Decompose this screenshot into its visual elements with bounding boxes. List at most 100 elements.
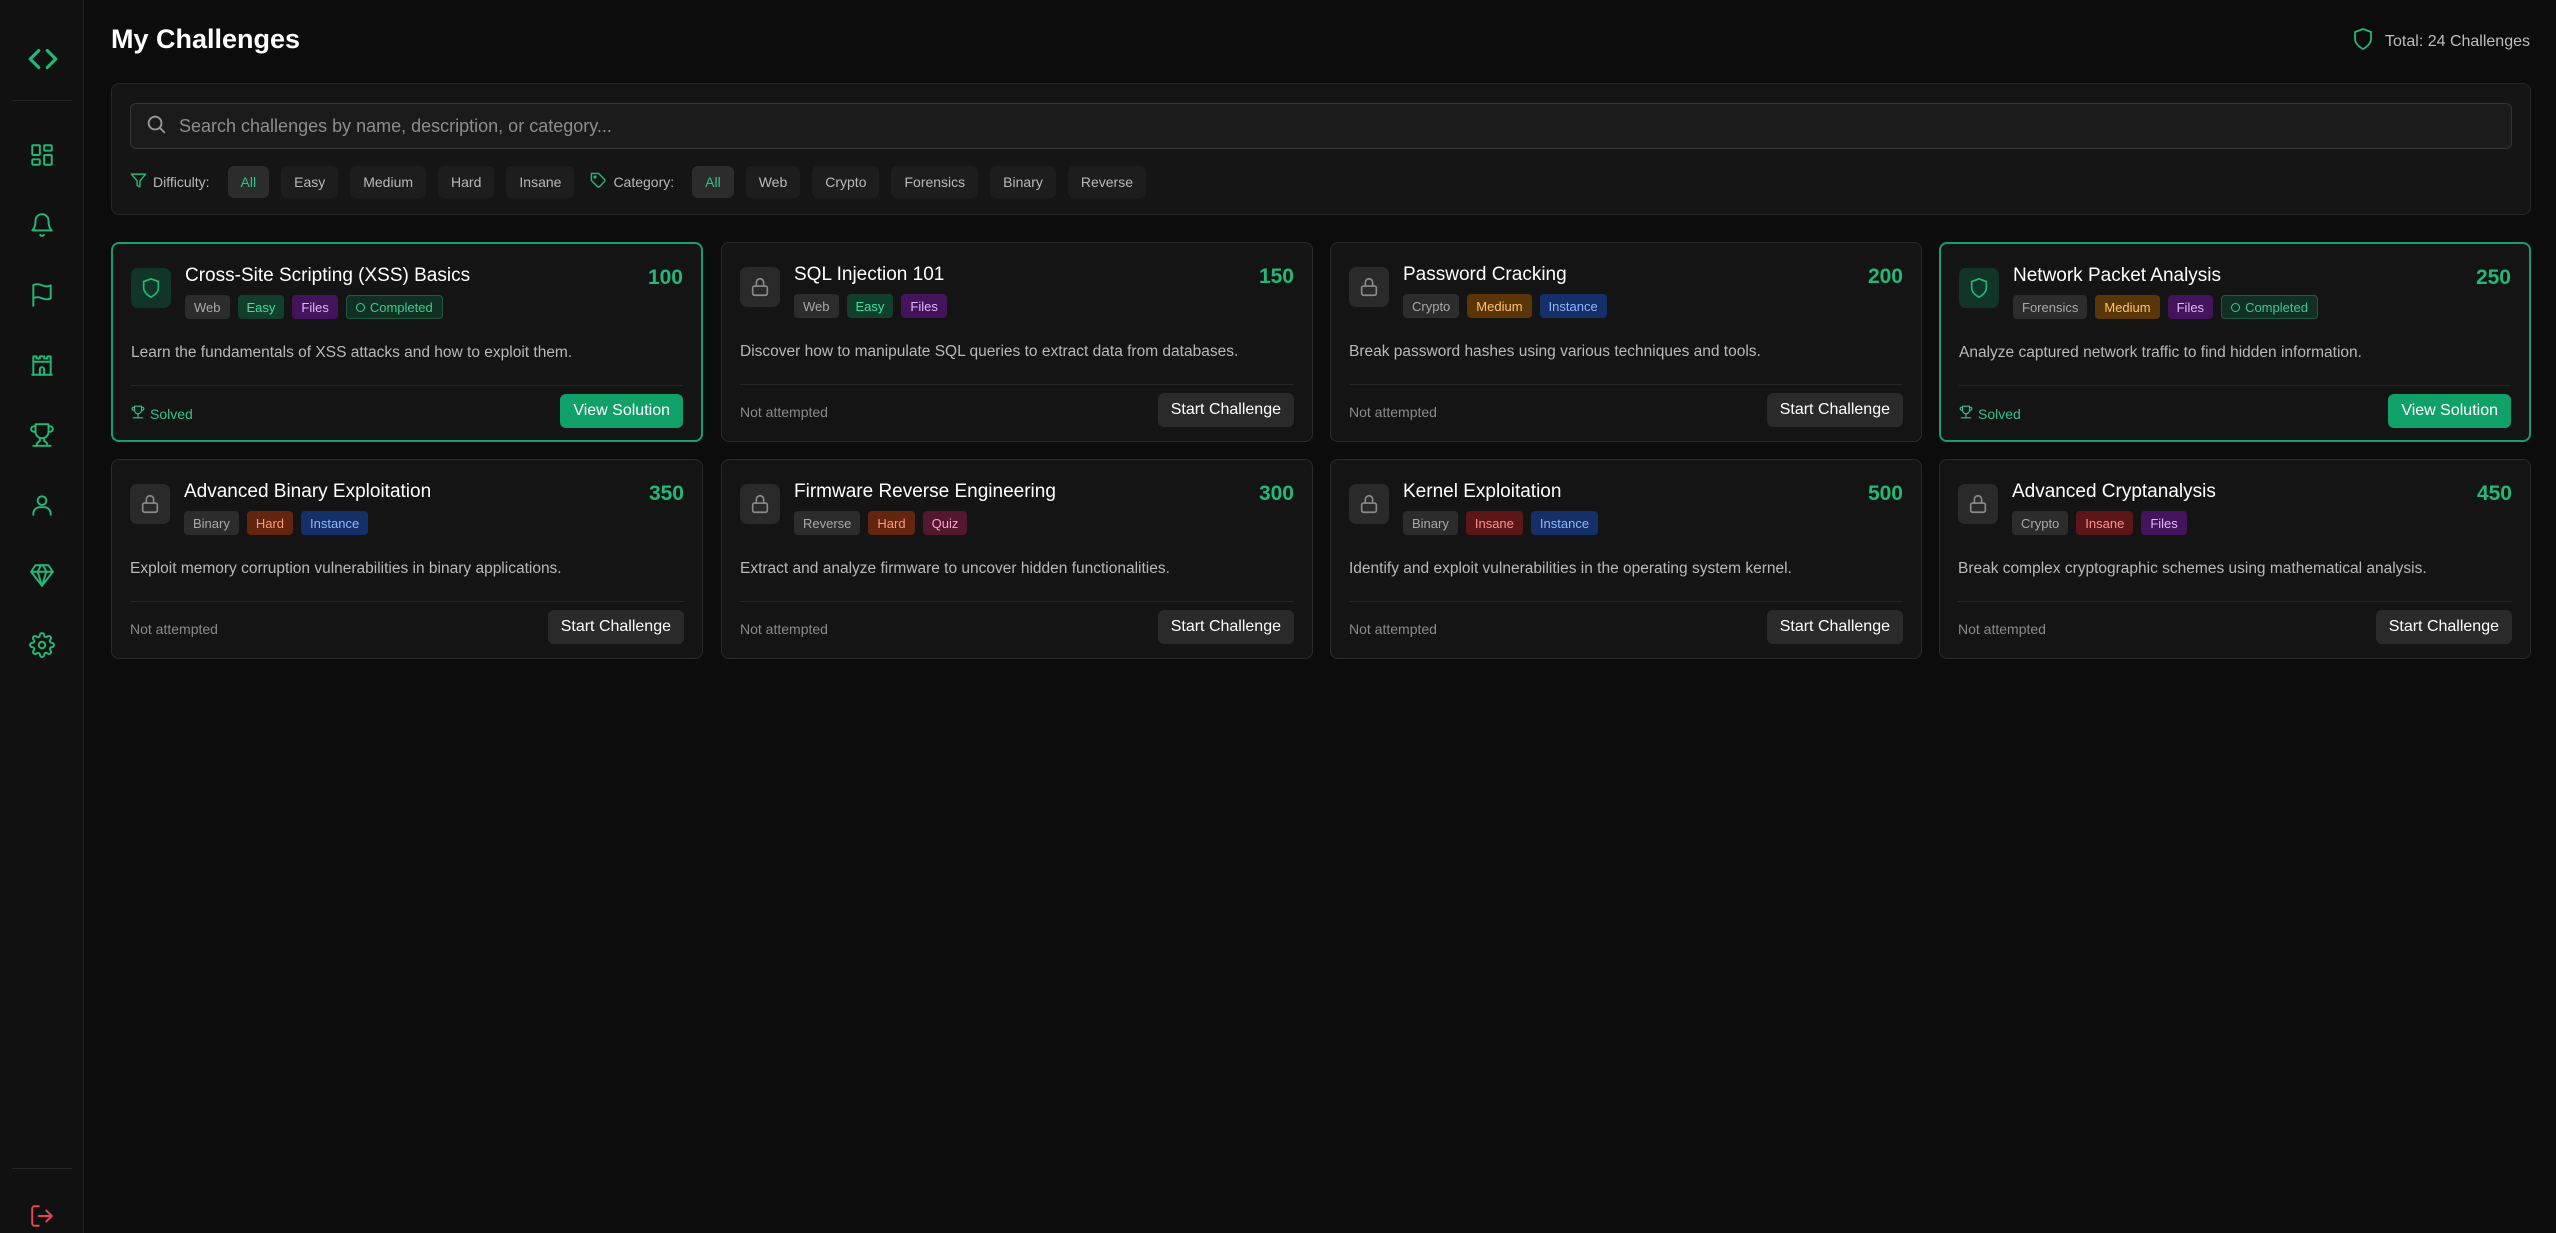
difficulty-tag: Easy (846, 294, 894, 318)
category-chip-binary[interactable]: Binary (990, 166, 1056, 198)
challenge-title: Advanced Binary Exploitation (184, 481, 432, 502)
code-logo-icon[interactable] (24, 40, 62, 78)
user-icon[interactable] (27, 490, 57, 520)
difficulty-chip-medium[interactable]: Medium (350, 166, 427, 198)
card-divider (740, 384, 1294, 385)
challenge-points: 350 (648, 482, 684, 505)
difficulty-chip-easy[interactable]: Easy (281, 166, 339, 198)
challenge-status: Not attempted (1349, 621, 1437, 637)
start-challenge-button[interactable]: Start Challenge (547, 610, 684, 644)
difficulty-tag: Hard (246, 511, 294, 535)
difficulty-chip-hard[interactable]: Hard (438, 166, 495, 198)
start-challenge-button[interactable]: Start Challenge (1766, 393, 1903, 427)
challenge-card[interactable]: Network Packet Analysis 250 Forensics Me… (1939, 242, 2531, 442)
type-tag: Files (901, 294, 947, 318)
dashboard-icon[interactable] (27, 140, 57, 170)
lock-icon (740, 484, 780, 524)
challenge-points: 200 (1867, 265, 1903, 288)
view-solution-button[interactable]: View Solution (560, 394, 683, 428)
challenge-card[interactable]: Cross-Site Scripting (XSS) Basics 100 We… (111, 242, 703, 442)
search-input[interactable] (167, 104, 2511, 148)
difficulty-chip-all[interactable]: All (227, 166, 270, 198)
challenge-description: Analyze captured network traffic to find… (1959, 344, 2362, 361)
challenge-description: Discover how to manipulate SQL queries t… (740, 343, 1239, 360)
challenge-card[interactable]: Firmware Reverse Engineering 300 Reverse… (721, 459, 1313, 659)
filter-icon (130, 172, 147, 192)
start-challenge-button[interactable]: Start Challenge (1766, 610, 1903, 644)
search-icon (131, 113, 167, 140)
category-tag: Web (185, 295, 230, 319)
category-tag: Web (794, 294, 839, 318)
start-challenge-button[interactable]: Start Challenge (1157, 393, 1294, 427)
start-challenge-button[interactable]: Start Challenge (1157, 610, 1294, 644)
challenge-points: 150 (1258, 265, 1294, 288)
trophy-icon (131, 405, 145, 422)
category-tag: Crypto (1403, 294, 1460, 318)
category-chip-crypto[interactable]: Crypto (812, 166, 880, 198)
view-solution-button[interactable]: View Solution (2388, 394, 2511, 428)
challenge-description: Break complex cryptographic schemes usin… (1958, 560, 2427, 577)
start-challenge-button[interactable]: Start Challenge (2375, 610, 2512, 644)
search-box[interactable] (130, 103, 2512, 149)
challenge-description: Break password hashes using various tech… (1349, 343, 1761, 360)
challenge-tags: Forensics Medium Files Completed (2013, 295, 2318, 319)
challenge-title: SQL Injection 101 (794, 264, 945, 285)
difficulty-tag: Easy (237, 295, 285, 319)
lock-icon (130, 484, 170, 524)
castle-icon[interactable] (27, 350, 57, 380)
challenge-card[interactable]: Advanced Cryptanalysis 450 Crypto Insane… (1939, 459, 2531, 659)
trophy-icon[interactable] (27, 420, 57, 450)
challenge-status: Not attempted (1958, 621, 2046, 637)
challenge-points: 450 (2476, 482, 2512, 505)
card-divider (130, 601, 684, 602)
challenge-status: Not attempted (740, 404, 828, 420)
category-filter-label: Category: (590, 172, 674, 192)
challenge-tags: Web Easy Files Completed (185, 295, 443, 319)
difficulty-chip-insane[interactable]: Insane (506, 166, 575, 198)
lock-icon (1349, 267, 1389, 307)
challenge-points: 100 (647, 266, 683, 289)
challenge-tags: Crypto Insane Files (2012, 511, 2187, 535)
category-chip-reverse[interactable]: Reverse (1067, 166, 1146, 198)
filter-row: Difficulty: All Easy Medium Hard Insane … (130, 165, 1158, 199)
total-label: Total: 24 Challenges (2385, 32, 2530, 50)
shield-icon (2351, 27, 2375, 56)
challenge-tags: Crypto Medium Instance (1403, 294, 1607, 318)
category-chip-web[interactable]: Web (745, 166, 801, 198)
challenge-card[interactable]: SQL Injection 101 150 Web Easy Files Dis… (721, 242, 1313, 442)
lock-icon (1349, 484, 1389, 524)
challenge-title: Kernel Exploitation (1403, 481, 1562, 502)
category-chip-all[interactable]: All (692, 166, 734, 198)
gear-icon[interactable] (27, 630, 57, 660)
completed-badge: Completed (2221, 295, 2318, 319)
challenge-points: 300 (1258, 482, 1294, 505)
sidebar (0, 0, 84, 1233)
challenge-card[interactable]: Kernel Exploitation 500 Binary Insane In… (1330, 459, 1922, 659)
challenge-description: Extract and analyze firmware to uncover … (740, 560, 1170, 577)
difficulty-tag: Hard (868, 511, 915, 535)
challenge-title: Advanced Cryptanalysis (2012, 481, 2216, 502)
challenge-description: Learn the fundamentals of XSS attacks an… (131, 344, 573, 361)
difficulty-tag: Medium (2095, 295, 2160, 319)
category-chip-forensics[interactable]: Forensics (891, 166, 979, 198)
card-divider (1349, 601, 1903, 602)
card-divider (1959, 385, 2511, 386)
type-tag: Files (292, 295, 338, 319)
circle-icon (2231, 302, 2241, 312)
challenge-points: 500 (1867, 482, 1903, 505)
difficulty-tag: Insane (1465, 511, 1523, 535)
challenge-points: 250 (2475, 266, 2511, 289)
card-divider (740, 601, 1294, 602)
difficulty-filter-label: Difficulty: (130, 172, 210, 192)
diamond-icon[interactable] (27, 560, 57, 590)
challenge-title: Cross-Site Scripting (XSS) Basics (185, 265, 471, 286)
flag-icon[interactable] (27, 280, 57, 310)
category-tag: Reverse (794, 511, 861, 535)
challenge-card[interactable]: Advanced Binary Exploitation 350 Binary … (111, 459, 703, 659)
challenge-tags: Web Easy Files (794, 294, 947, 318)
logout-icon[interactable] (27, 1201, 57, 1231)
category-tag: Crypto (2012, 511, 2069, 535)
card-divider (1958, 601, 2512, 602)
bell-icon[interactable] (27, 210, 57, 240)
challenge-card[interactable]: Password Cracking 200 Crypto Medium Inst… (1330, 242, 1922, 442)
